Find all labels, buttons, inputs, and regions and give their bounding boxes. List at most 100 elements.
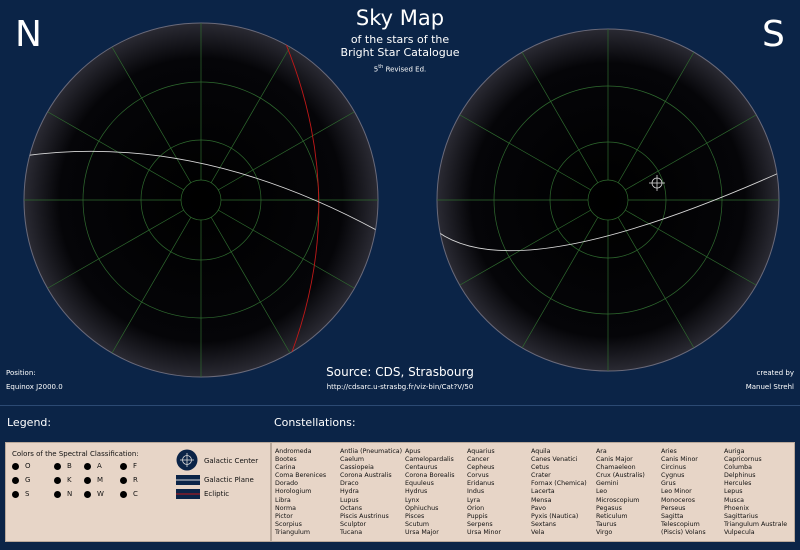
spectral-class-k: K — [54, 476, 72, 484]
south-hemisphere-disc — [436, 28, 780, 372]
constellation-name: Canes Venatici — [531, 456, 578, 464]
constellation-name: Leo — [596, 488, 608, 496]
star-dot-icon — [54, 490, 61, 498]
credit-author: Manuel Strehl — [745, 383, 794, 391]
constellation-column: Auriga Capricornus Columba Delphinus Hercule… — [724, 448, 787, 537]
constellations-heading: Constellations: — [274, 416, 356, 429]
map-subtitle-line3: Bright Star Catalogue — [340, 46, 460, 59]
constellation-name: Cassiopeia — [340, 464, 374, 472]
constellation-name: Coma Berenices — [275, 472, 327, 480]
constellation-name: Pisces — [405, 512, 425, 520]
constellation-name: Draco — [340, 480, 359, 488]
position-label: Position: — [6, 369, 36, 377]
constellation-name: Pavo — [531, 504, 546, 512]
constellation-name: Crater — [531, 472, 551, 480]
north-label: N — [15, 14, 42, 55]
constellation-name: Carina — [275, 464, 296, 472]
constellation-column: Apus Camelopardalis Centaurus Corona Boreal… — [405, 448, 455, 537]
star-dot-icon — [120, 462, 127, 470]
spectral-class-n: N — [54, 490, 72, 498]
constellation-name: Phoenix — [724, 504, 749, 512]
credit-line1: created by — [756, 369, 794, 377]
constellation-name: Hercules — [724, 480, 752, 488]
spectral-class-label: K — [67, 476, 72, 484]
constellation-name: Corona Australis — [340, 472, 392, 480]
constellation-column: Aquila Canes Venatici Cetus Crater Fornax (C… — [531, 448, 587, 537]
legend-heading: Legend: — [7, 416, 52, 429]
source-url[interactable]: http://cdsarc.u-strasbg.fr/viz-bin/Cat?V… — [290, 383, 510, 391]
constellation-name: Centaurus — [405, 464, 438, 472]
spectral-class-c: C — [120, 490, 138, 498]
spectral-class-label: B — [67, 462, 72, 470]
galactic-plane-label: Galactic Plane — [204, 476, 254, 484]
constellation-name: Scorpius — [275, 520, 302, 528]
spectral-class-w: W — [84, 490, 104, 498]
star-dot-icon — [12, 462, 19, 470]
constellation-name: Ursa Major — [405, 528, 439, 536]
constellation-name: Columba — [724, 464, 752, 472]
star-dot-icon — [12, 476, 19, 484]
constellation-name: Cygnus — [661, 472, 685, 480]
constellation-name: Ara — [596, 448, 607, 455]
constellations-panel: Andromeda Bootes Carina Coma Berenices Dorad… — [271, 442, 795, 542]
sky-map-area: N S Sky Map of the stars of the Bright S… — [0, 0, 800, 405]
constellation-name: Gemini — [596, 480, 619, 488]
constellation-name: Lyra — [467, 496, 481, 504]
spectral-title: Colors of the Spectral Classification: — [12, 450, 139, 458]
spectral-class-o: O — [12, 462, 31, 470]
constellation-name: Fornax (Chemica) — [531, 480, 587, 488]
constellation-name: Triangulum — [275, 528, 310, 536]
north-hemisphere-disc — [23, 22, 379, 378]
constellation-name: Cancer — [467, 456, 490, 464]
constellation-name: (Piscis) Volans — [661, 528, 706, 536]
constellation-name: Aquila — [531, 448, 551, 455]
constellation-column: Ara Canis Major Chamaeleon Crux (Australis)… — [596, 448, 645, 537]
spectral-class-label: N — [67, 490, 73, 498]
constellation-name: Perseus — [661, 504, 686, 512]
constellation-name: Corvus — [467, 472, 489, 480]
constellation-name: Indus — [467, 488, 485, 496]
constellation-name: Scutum — [405, 520, 430, 528]
constellation-name: Sagitta — [661, 512, 684, 520]
constellation-name: Pegasus — [596, 504, 622, 512]
constellation-name: Auriga — [724, 448, 745, 455]
star-dot-icon — [84, 490, 91, 498]
constellation-column: Aquarius Cancer Cepheus Corvus Eridanus Indus… — [467, 448, 501, 537]
spectral-class-b: B — [54, 462, 72, 470]
constellation-name: Taurus — [596, 520, 617, 528]
constellation-name: Aquarius — [467, 448, 495, 455]
constellation-name: Pictor — [275, 512, 293, 520]
spectral-class-a: A — [84, 462, 102, 470]
constellation-name: Telescopium — [661, 520, 700, 528]
galactic-center-icon — [176, 449, 198, 471]
constellation-name: Horologium — [275, 488, 312, 496]
constellation-name: Canis Minor — [661, 456, 698, 464]
star-dot-icon — [84, 476, 91, 484]
spectral-class-label: F — [133, 462, 138, 470]
constellation-column: Andromeda Bootes Carina Coma Berenices Dorad… — [275, 448, 326, 537]
spectral-class-label: S — [25, 490, 30, 498]
source-label: Source: CDS, Strasbourg — [326, 365, 474, 379]
constellation-name: Crux (Australis) — [596, 472, 645, 480]
constellation-name: Monoceros — [661, 496, 696, 504]
spectral-class-label: O — [25, 462, 31, 470]
constellation-name: Microscopium — [596, 496, 640, 504]
map-title: Sky Map — [355, 6, 445, 30]
constellation-name: Apus — [405, 448, 421, 455]
constellation-name: Musca — [724, 496, 745, 504]
ecliptic-label: Ecliptic — [204, 490, 230, 498]
constellation-name: Eridanus — [467, 480, 495, 488]
constellation-name: Piscis Austrinus — [340, 512, 389, 520]
map-subtitle-line2: of the stars of the — [350, 33, 450, 46]
constellation-name: Triangulum Australe — [724, 520, 788, 528]
constellation-name: Caelum — [340, 456, 365, 464]
spectral-class-f: F — [120, 462, 137, 470]
constellation-name: Lepus — [724, 488, 743, 496]
constellation-name: Ophiuchus — [405, 504, 439, 512]
constellation-name: Grus — [661, 480, 676, 488]
edition-label: 5th Revised Ed. — [373, 64, 427, 74]
equinox-label: Equinox J2000.0 — [6, 383, 63, 391]
constellation-name: Libra — [275, 496, 291, 504]
constellation-name: Lynx — [405, 496, 420, 504]
constellation-name: Leo Minor — [661, 488, 692, 496]
